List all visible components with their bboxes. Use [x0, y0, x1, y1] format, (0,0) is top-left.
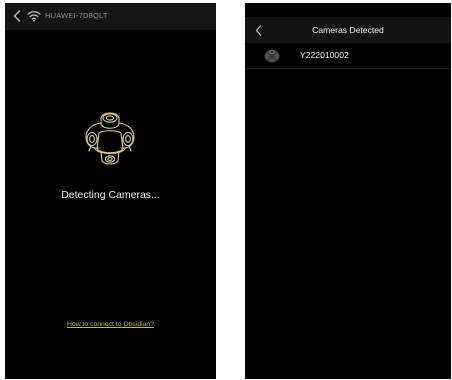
cameras-detected-screen: Cameras Detected Y222010002	[245, 3, 451, 379]
camera-list-item[interactable]: Y222010002	[245, 43, 451, 69]
camera-list: Y222010002	[245, 43, 451, 69]
app-stage: HUAWEI-7D8QLT Detecting Cameras... How t…	[0, 0, 452, 380]
help-link[interactable]: How to connect to Obsidian?	[5, 321, 216, 328]
page-title: Cameras Detected	[312, 25, 384, 35]
detecting-status-text: Detecting Cameras...	[61, 189, 160, 201]
network-name: HUAWEI-7D8QLT	[45, 11, 108, 20]
detecting-screen: HUAWEI-7D8QLT Detecting Cameras... How t…	[5, 3, 216, 379]
wifi-header: HUAWEI-7D8QLT	[5, 3, 216, 30]
cameras-header: Cameras Detected	[245, 17, 451, 43]
camera-serial: Y222010002	[300, 50, 349, 60]
back-button[interactable]	[10, 9, 24, 23]
wifi-icon	[27, 11, 41, 22]
chevron-left-icon	[13, 10, 21, 22]
camera-outline-icon	[85, 112, 135, 165]
status-bar	[245, 3, 451, 17]
camera-thumbnail-icon	[264, 49, 280, 63]
